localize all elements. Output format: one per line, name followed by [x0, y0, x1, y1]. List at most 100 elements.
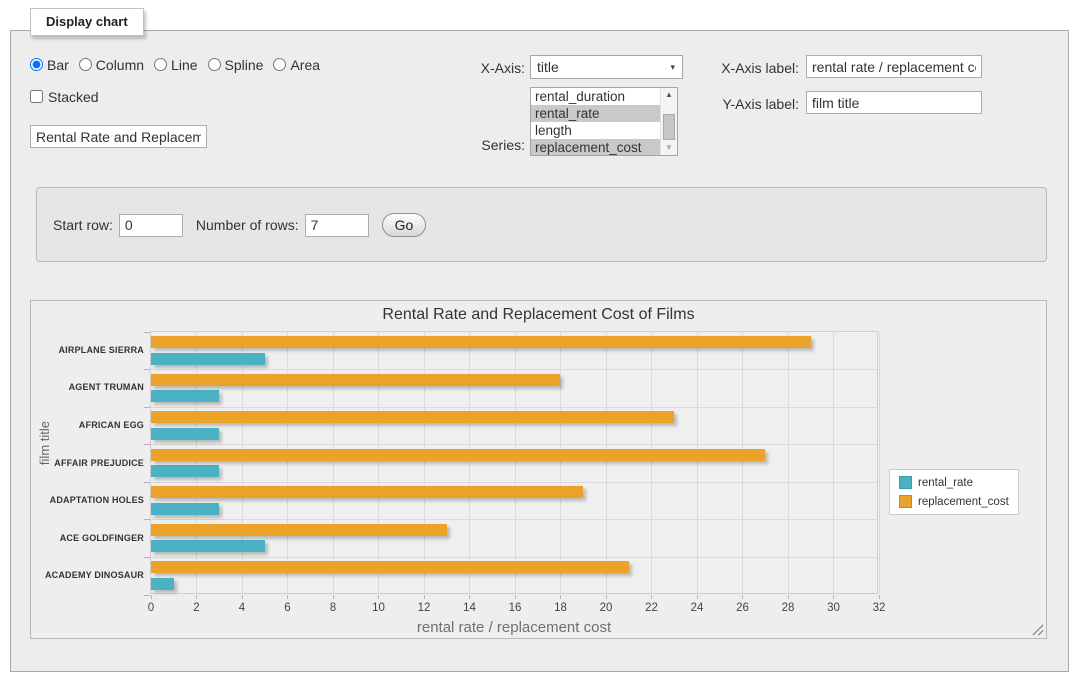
chart-type-radio-column[interactable] [79, 58, 92, 71]
x-tick-label: 32 [864, 602, 894, 614]
legend-label: rental_rate [918, 477, 973, 489]
bar-rental_rate [151, 578, 174, 590]
series-option-length[interactable]: length [531, 122, 660, 139]
gridline-y [151, 407, 877, 408]
y-tick-mark [144, 332, 150, 333]
y-tick-mark [144, 369, 150, 370]
resize-grip-icon[interactable] [1032, 624, 1043, 635]
x-axis-title: rental rate / replacement cost [150, 619, 878, 636]
start-row-input[interactable] [119, 214, 183, 237]
x-tick-mark [242, 595, 243, 599]
x-tick-mark [151, 595, 152, 599]
gridline-x [287, 332, 288, 593]
scrollbar-thumb[interactable] [663, 114, 675, 140]
x-tick-mark [469, 595, 470, 599]
chart-type-option-column[interactable]: Column [79, 57, 144, 73]
x-tick-mark [697, 595, 698, 599]
chart-type-radio-line[interactable] [154, 58, 167, 71]
legend-swatch [899, 476, 912, 489]
rows-panel: Start row: Number of rows: Go [36, 187, 1047, 262]
gridline-y [151, 369, 877, 370]
x-tick-label: 14 [455, 602, 485, 614]
x-tick-mark [788, 595, 789, 599]
legend-entry-rental_rate: rental_rate [899, 476, 1009, 489]
chart-title-input[interactable] [30, 125, 207, 148]
gridline-x [333, 332, 334, 593]
start-row-label: Start row: [53, 217, 113, 233]
x-tick-mark [378, 595, 379, 599]
x-tick-mark [606, 595, 607, 599]
y-tick-mark [144, 444, 150, 445]
go-button[interactable]: Go [382, 213, 427, 237]
x-tick-label: 26 [728, 602, 758, 614]
scroll-down-icon[interactable]: ▼ [661, 141, 677, 155]
chart-type-radio-bar[interactable] [30, 58, 43, 71]
panel-title: Display chart [30, 8, 144, 36]
chart-type-radio-area[interactable] [273, 58, 286, 71]
gridline-y [151, 444, 877, 445]
gridline-x [788, 332, 789, 593]
stacked-option[interactable]: Stacked [30, 88, 99, 105]
series-option-rental_duration[interactable]: rental_duration [531, 88, 660, 105]
chart-title: Rental Rate and Replacement Cost of Film… [31, 306, 1046, 324]
chart-type-option-bar[interactable]: Bar [30, 57, 69, 73]
bar-replacement_cost [151, 336, 811, 348]
gridline-x [879, 332, 880, 593]
x-tick-label: 24 [682, 602, 712, 614]
x-tick-mark [333, 595, 334, 599]
legend-label: replacement_cost [918, 496, 1009, 508]
x-tick-mark [560, 595, 561, 599]
x-tick-label: 12 [409, 602, 439, 614]
bar-rental_rate [151, 503, 219, 515]
rows-form: Start row: Number of rows: Go [53, 212, 426, 238]
x-tick-mark [287, 595, 288, 599]
gridline-x [378, 332, 379, 593]
x-tick-label: 18 [546, 602, 576, 614]
chart-type-label: Spline [225, 57, 264, 73]
chart-type-radio-group: Bar Column Line Spline Area [30, 56, 320, 73]
stacked-checkbox[interactable] [30, 90, 43, 103]
chart-type-radio-spline[interactable] [208, 58, 221, 71]
y-tick-mark [144, 482, 150, 483]
gridline-x [469, 332, 470, 593]
chart-type-option-spline[interactable]: Spline [208, 57, 264, 73]
x-tick-label: 4 [227, 602, 257, 614]
bar-replacement_cost [151, 486, 583, 498]
legend-swatch [899, 495, 912, 508]
bar-rental_rate [151, 428, 219, 440]
chart-type-option-area[interactable]: Area [273, 57, 320, 73]
gridline-y [151, 557, 877, 558]
plot-area: 02468101214161820222426283032AIRPLANE SI… [150, 331, 878, 594]
series-option-replacement_cost[interactable]: replacement_cost [531, 139, 660, 156]
y-category-label: AFFAIR PREJUDICE [34, 458, 144, 468]
bar-rental_rate [151, 465, 219, 477]
x-tick-label: 8 [318, 602, 348, 614]
y-axis-label-field-label: Y-Axis label: [650, 96, 799, 112]
chart-type-label: Bar [47, 57, 69, 73]
x-axis-label-input[interactable] [806, 55, 982, 78]
legend-entry-replacement_cost: replacement_cost [899, 495, 1009, 508]
series-select-label: Series: [420, 137, 525, 153]
number-of-rows-label: Number of rows: [196, 217, 299, 233]
y-axis-label-input[interactable] [806, 91, 982, 114]
y-category-label: ACADEMY DINOSAUR [34, 570, 144, 580]
chart-legend: rental_rate replacement_cost [889, 469, 1019, 515]
x-tick-label: 0 [136, 602, 166, 614]
gridline-x [196, 332, 197, 593]
number-of-rows-input[interactable] [305, 214, 369, 237]
series-option-rental_rate[interactable]: rental_rate [531, 105, 660, 122]
bar-replacement_cost [151, 411, 674, 423]
x-tick-label: 20 [591, 602, 621, 614]
gridline-x [560, 332, 561, 593]
gridline-x [424, 332, 425, 593]
gridline-x [651, 332, 652, 593]
gridline-y [151, 519, 877, 520]
x-axis-select-label: X-Axis: [420, 60, 525, 76]
x-tick-mark [196, 595, 197, 599]
x-axis-label-field-label: X-Axis label: [650, 60, 799, 76]
x-tick-label: 28 [773, 602, 803, 614]
chart-type-label: Area [290, 57, 320, 73]
chart-type-option-line[interactable]: Line [154, 57, 197, 73]
x-tick-label: 2 [182, 602, 212, 614]
x-tick-label: 30 [819, 602, 849, 614]
